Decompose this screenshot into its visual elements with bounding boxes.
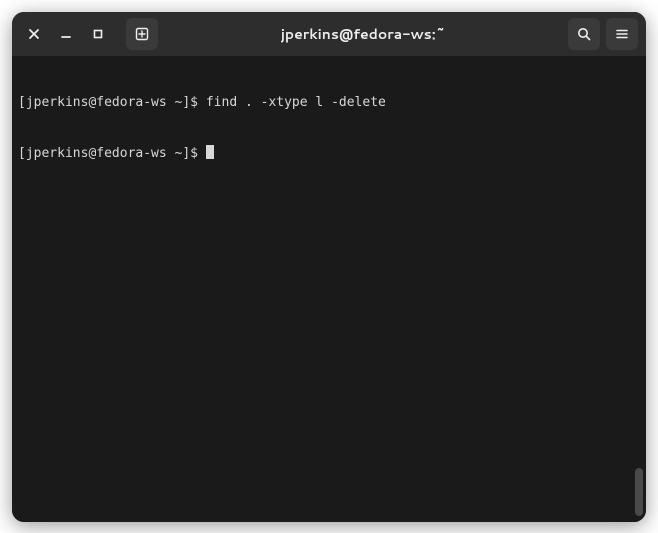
terminal-window: jperkins@fedora-ws:~ [jperkins@fedora-ws… bbox=[12, 12, 646, 522]
menu-button[interactable] bbox=[606, 18, 638, 50]
window-controls bbox=[20, 18, 158, 50]
cursor bbox=[206, 145, 214, 159]
terminal-line: [jperkins@fedora-ws ~]$ bbox=[18, 145, 640, 162]
minimize-icon bbox=[60, 28, 72, 40]
search-button[interactable] bbox=[568, 18, 600, 50]
window-title: jperkins@fedora-ws:~ bbox=[162, 24, 564, 44]
maximize-button[interactable] bbox=[84, 20, 112, 48]
close-button[interactable] bbox=[20, 20, 48, 48]
close-icon bbox=[28, 28, 40, 40]
minimize-button[interactable] bbox=[52, 20, 80, 48]
hamburger-icon bbox=[614, 26, 630, 42]
new-tab-icon bbox=[134, 26, 150, 42]
prompt-text: [jperkins@fedora-ws ~]$ bbox=[18, 146, 206, 161]
terminal-viewport[interactable]: [jperkins@fedora-ws ~]$ find . -xtype l … bbox=[12, 56, 646, 522]
maximize-icon bbox=[92, 28, 104, 40]
titlebar: jperkins@fedora-ws:~ bbox=[12, 12, 646, 56]
scrollbar-thumb[interactable] bbox=[635, 468, 643, 516]
new-tab-button[interactable] bbox=[126, 18, 158, 50]
prompt-text: [jperkins@fedora-ws ~]$ bbox=[18, 95, 206, 110]
terminal-line: [jperkins@fedora-ws ~]$ find . -xtype l … bbox=[18, 94, 640, 111]
header-actions bbox=[568, 18, 638, 50]
search-icon bbox=[576, 26, 592, 42]
command-text: find . -xtype l -delete bbox=[206, 95, 386, 110]
